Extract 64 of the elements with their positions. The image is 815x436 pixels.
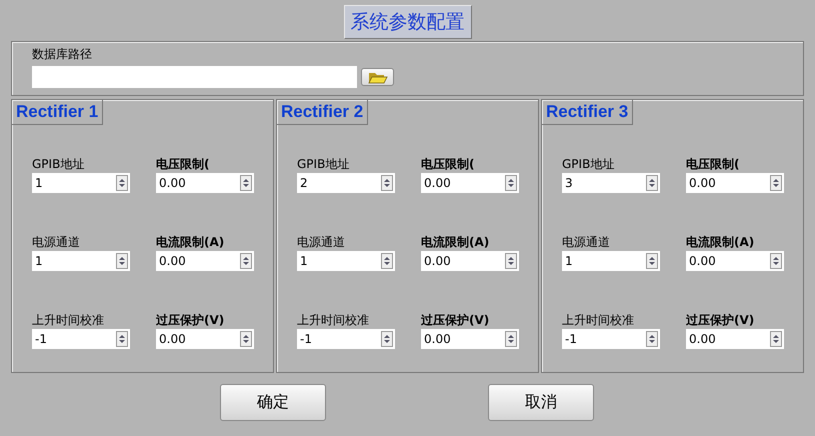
field-label: 电源通道 (32, 234, 81, 250)
numeric-field[interactable]: 1 (562, 251, 660, 271)
numeric-field[interactable]: 0.00 (686, 251, 784, 271)
field-label: 过压保护(V) (421, 312, 490, 328)
spinner-arrows-icon[interactable] (505, 253, 517, 269)
panel-title: Rectifier 2 (277, 100, 368, 125)
field-label: 电源通道 (297, 234, 346, 250)
spinner-arrows-icon[interactable] (646, 175, 658, 191)
cancel-button[interactable]: 取消 (488, 384, 594, 421)
panel-title: Rectifier 3 (542, 100, 634, 125)
numeric-field[interactable]: 0.00 (156, 329, 254, 349)
numeric-field[interactable]: 0.00 (156, 251, 254, 271)
field-label: 电流限制(A) (156, 234, 226, 250)
spinner-arrows-icon[interactable] (505, 331, 517, 347)
field-label: GPIB地址 (32, 156, 86, 172)
field-label: 上升时间校准 (297, 312, 370, 328)
folder-icon (368, 70, 388, 84)
numeric-field[interactable]: 0.00 (421, 251, 519, 271)
spinner-arrows-icon[interactable] (505, 175, 517, 191)
spinner-arrows-icon[interactable] (770, 253, 782, 269)
spinner-arrows-icon[interactable] (240, 331, 252, 347)
spinner-arrows-icon[interactable] (240, 253, 252, 269)
spinner-arrows-icon[interactable] (770, 175, 782, 191)
panel-title: Rectifier 1 (12, 100, 104, 125)
numeric-field[interactable]: -1 (562, 329, 660, 349)
field-label: 电压限制( (156, 156, 210, 172)
spinner-arrows-icon[interactable] (240, 175, 252, 191)
field-label: 上升时间校准 (32, 312, 105, 328)
field-label: 电流限制(A) (421, 234, 490, 250)
field-label: GPIB地址 (297, 156, 350, 172)
field-label: 过压保护(V) (686, 312, 756, 328)
numeric-field[interactable]: 1 (32, 251, 130, 271)
numeric-field[interactable]: 2 (297, 173, 395, 193)
path-field[interactable] (32, 66, 357, 88)
spinner-arrows-icon[interactable] (381, 331, 393, 347)
spinner-arrows-icon[interactable] (116, 331, 128, 347)
numeric-field[interactable]: 3 (562, 173, 660, 193)
spinner-arrows-icon[interactable] (646, 331, 658, 347)
numeric-field[interactable]: -1 (32, 329, 130, 349)
numeric-field[interactable]: 0.00 (686, 173, 784, 193)
numeric-field[interactable]: 1 (297, 251, 395, 271)
field-label: 电流限制(A) (686, 234, 756, 250)
numeric-field[interactable]: 0.00 (156, 173, 254, 193)
field-label: 数据库路径 (32, 46, 93, 62)
spinner-arrows-icon[interactable] (116, 175, 128, 191)
spinner-arrows-icon[interactable] (381, 175, 393, 191)
numeric-field[interactable]: 0.00 (421, 173, 519, 193)
window-title: 系统参数配置 (344, 5, 472, 39)
field-label: GPIB地址 (562, 156, 616, 172)
numeric-field[interactable]: -1 (297, 329, 395, 349)
field-label: 上升时间校准 (562, 312, 635, 328)
spinner-arrows-icon[interactable] (646, 253, 658, 269)
numeric-field[interactable]: 1 (32, 173, 130, 193)
spinner-arrows-icon[interactable] (116, 253, 128, 269)
ok-button[interactable]: 确定 (220, 384, 326, 421)
field-label: 电源通道 (562, 234, 611, 250)
spinner-arrows-icon[interactable] (381, 253, 393, 269)
field-label: 过压保护(V) (156, 312, 226, 328)
field-label: 电压限制( (686, 156, 740, 172)
field-label: 电压限制( (421, 156, 476, 172)
numeric-field[interactable]: 0.00 (421, 329, 519, 349)
numeric-field[interactable]: 0.00 (686, 329, 784, 349)
browse-button[interactable] (361, 68, 394, 86)
spinner-arrows-icon[interactable] (770, 331, 782, 347)
